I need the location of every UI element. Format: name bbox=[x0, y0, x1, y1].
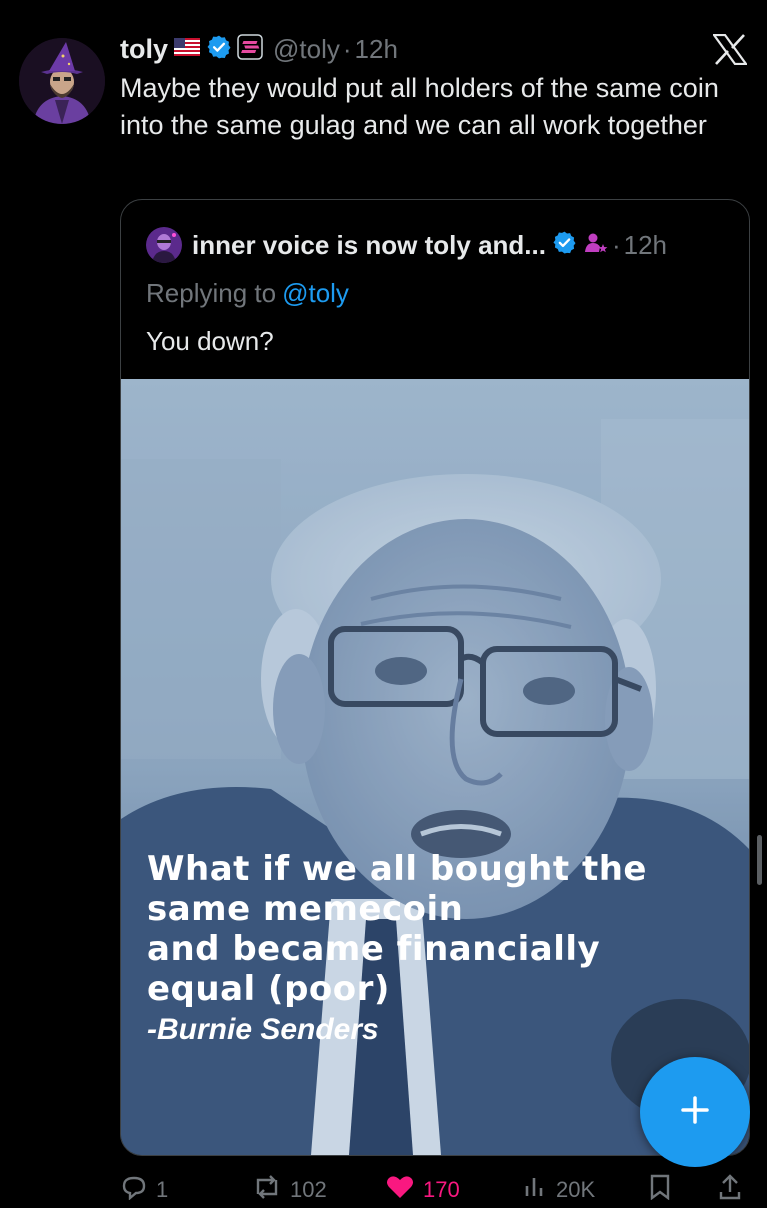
bookmark-button[interactable] bbox=[648, 1174, 672, 1206]
separator: · bbox=[342, 33, 352, 64]
bookmark-icon bbox=[648, 1174, 672, 1206]
quoted-display-name[interactable]: inner voice is now toly and... bbox=[192, 230, 546, 261]
quoted-tweet-text: You down? bbox=[146, 326, 274, 356]
repost-count: 102 bbox=[290, 1177, 327, 1202]
compose-button[interactable] bbox=[640, 1057, 750, 1167]
share-icon bbox=[718, 1174, 742, 1206]
solana-badge-icon[interactable] bbox=[237, 33, 263, 65]
views-icon bbox=[522, 1174, 548, 1206]
quoted-timestamp[interactable]: 12h bbox=[624, 230, 667, 261]
verified-badge-icon[interactable] bbox=[552, 230, 577, 260]
repost-icon bbox=[252, 1174, 282, 1206]
tweet-header: toly @toly · 12h bbox=[120, 30, 398, 68]
us-flag-icon bbox=[174, 37, 201, 61]
quoted-tweet-header: inner voice is now toly and... · 12h bbox=[146, 225, 667, 265]
reply-count: 1 bbox=[156, 1177, 169, 1202]
plus-icon bbox=[677, 1092, 713, 1133]
like-count: 170 bbox=[423, 1177, 460, 1202]
separator: · bbox=[611, 229, 621, 260]
replying-mention-link[interactable]: @toly bbox=[282, 278, 349, 308]
quoted-image[interactable]: What if we all bought the same memecoin … bbox=[121, 379, 749, 1155]
replying-to: Replying to @toly bbox=[146, 278, 349, 309]
avatar[interactable] bbox=[19, 38, 105, 124]
views-count: 20K bbox=[556, 1177, 596, 1202]
meme-caption-line: equal (poor) bbox=[147, 969, 390, 1009]
verified-badge-icon[interactable] bbox=[206, 34, 232, 65]
meme-caption: What if we all bought the same memecoin … bbox=[147, 849, 747, 1009]
meme-caption-line: What if we all bought the bbox=[147, 849, 647, 889]
affiliate-person-icon[interactable] bbox=[583, 230, 609, 261]
tweet-actions: 1 102 170 20K bbox=[0, 1168, 767, 1208]
quoted-avatar[interactable] bbox=[146, 227, 182, 263]
reply-icon bbox=[120, 1174, 148, 1206]
repost-button[interactable]: 102 bbox=[252, 1174, 327, 1206]
meme-attribution: -Burnie Senders bbox=[147, 1013, 379, 1046]
reply-button[interactable]: 1 bbox=[120, 1174, 168, 1206]
x-logo-icon bbox=[711, 33, 749, 66]
views-button[interactable]: 20K bbox=[522, 1174, 595, 1206]
replying-label: Replying to bbox=[146, 278, 277, 308]
tweet-text: Maybe they would put all holders of the … bbox=[120, 73, 719, 140]
heart-icon bbox=[385, 1174, 415, 1206]
meme-caption-line: and became financially bbox=[147, 929, 601, 969]
scrollbar[interactable] bbox=[757, 835, 762, 885]
quoted-tweet-card[interactable]: inner voice is now toly and... · 12h Rep… bbox=[120, 199, 750, 1156]
share-button[interactable] bbox=[718, 1174, 742, 1206]
like-button[interactable]: 170 bbox=[385, 1174, 460, 1206]
display-name[interactable]: toly bbox=[120, 34, 168, 65]
handle[interactable]: @toly bbox=[273, 34, 340, 65]
meme-caption-line: same memecoin bbox=[147, 889, 464, 929]
timestamp[interactable]: 12h bbox=[355, 34, 398, 65]
